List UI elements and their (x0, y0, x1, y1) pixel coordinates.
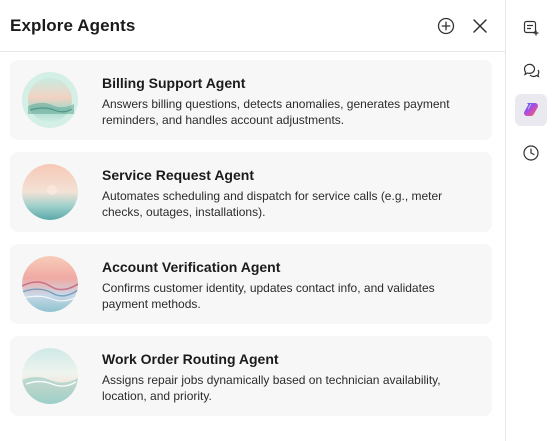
agent-avatar (22, 164, 78, 220)
right-rail (505, 0, 555, 441)
agent-card-billing-support[interactable]: Billing Support Agent Answers billing qu… (10, 60, 492, 140)
agent-description: Automates scheduling and dispatch for se… (102, 189, 443, 219)
add-agent-button[interactable] (434, 14, 458, 38)
copilot-logo-icon (523, 103, 539, 116)
agents-button[interactable] (515, 94, 547, 126)
close-icon (473, 19, 487, 33)
agent-name: Work Order Routing Agent (102, 351, 279, 367)
agent-avatar (22, 256, 78, 312)
agent-card-service-request[interactable]: Service Request Agent Automates scheduli… (10, 152, 492, 232)
agent-name: Service Request Agent (102, 167, 254, 183)
agent-name: Account Verification Agent (102, 259, 281, 275)
agent-card-work-order-routing[interactable]: Work Order Routing Agent Assigns repair … (10, 336, 492, 416)
close-button[interactable] (468, 14, 492, 38)
agent-name: Billing Support Agent (102, 75, 246, 91)
agent-description: Confirms customer identity, updates cont… (102, 281, 435, 311)
panel-header: Explore Agents (0, 0, 505, 52)
chats-button[interactable] (515, 54, 547, 86)
page-title: Explore Agents (10, 16, 136, 35)
agent-avatar (22, 72, 78, 128)
chat-bubbles-icon (523, 63, 540, 78)
history-clock-icon (523, 145, 539, 161)
agent-description: Answers billing questions, detects anoma… (102, 97, 450, 127)
plus-circle-icon (437, 17, 455, 35)
new-chat-button[interactable] (515, 12, 547, 44)
agent-description: Assigns repair jobs dynamically based on… (102, 373, 441, 403)
agent-avatar (22, 348, 78, 404)
history-button[interactable] (515, 137, 547, 169)
agent-card-account-verification[interactable]: Account Verification Agent Confirms cust… (10, 244, 492, 324)
explore-agents-panel: Explore Agents Billing Support Agent Ans… (0, 0, 505, 441)
new-chat-icon (523, 20, 539, 36)
